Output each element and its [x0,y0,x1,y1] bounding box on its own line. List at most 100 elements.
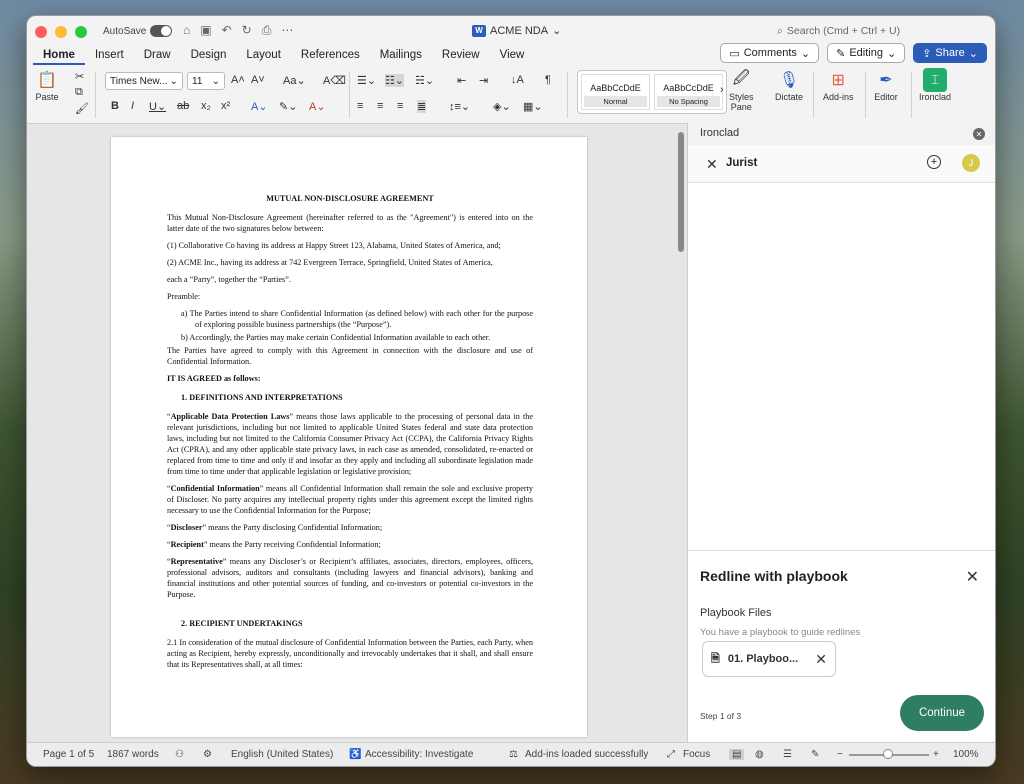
dictate-button[interactable]: 🎙 Dictate [775,68,803,102]
editor-icon: ✒ [879,72,893,89]
paste-button[interactable]: 📋 Paste [35,68,59,102]
editing-button[interactable]: ✎ Editing ⌄ [827,43,906,63]
web-layout-icon[interactable]: ◍ [755,749,764,760]
doc-party2: (2) ACME Inc., having its address at 742… [167,258,493,267]
numbering-icon[interactable]: ☷⌄ [385,74,405,87]
underline-icon[interactable]: U⌄ [149,100,166,113]
document-title[interactable]: W ACME NDA ⌄ [472,24,561,37]
bold-icon[interactable]: B [111,100,119,112]
align-left-icon[interactable]: ≡ [357,100,363,112]
tab-review[interactable]: Review [432,45,490,65]
styles-pane-button[interactable]: 🖉 Styles Pane [729,68,754,113]
avatar[interactable]: J [962,154,980,172]
align-right-icon[interactable]: ≡ [397,100,403,112]
italic-icon[interactable]: I [131,100,134,112]
tab-layout[interactable]: Layout [236,45,291,65]
font-size-select[interactable]: 11 ⌄ [187,72,225,90]
shrink-font-icon[interactable]: A˅ [251,74,265,86]
outline-view-icon[interactable]: ☰ [783,749,792,760]
multilevel-list-icon[interactable]: ☵⌄ [415,74,434,87]
playbook-files-label: Playbook Files [700,607,772,619]
chevron-right-icon[interactable]: › [720,84,724,96]
align-center-icon[interactable]: ≡ [377,100,383,112]
home-icon[interactable]: ⌂ [183,23,190,38]
addins-button[interactable]: ⊞ Add-ins [823,68,854,102]
tab-draw[interactable]: Draw [134,45,181,65]
draft-view-icon[interactable]: ✎ [811,749,819,760]
focus-button[interactable]: Focus [683,749,710,760]
word-count[interactable]: 1867 words [107,749,159,760]
style-normal[interactable]: AaBbCcDdE Normal [581,74,650,110]
document-body[interactable]: MUTUAL NON-DISCLOSURE AGREEMENT This Mut… [167,193,533,676]
document-page[interactable]: MUTUAL NON-DISCLOSURE AGREEMENT This Mut… [111,137,587,737]
proofing-icon[interactable]: ⚇ [175,749,184,760]
add-icon[interactable]: + [927,155,941,169]
zoom-out-icon[interactable]: − [837,749,843,760]
tab-mailings[interactable]: Mailings [370,45,432,65]
shading-icon[interactable]: ◈⌄ [493,100,511,113]
autosave-control[interactable]: AutoSave [103,25,173,37]
document-canvas: MUTUAL NON-DISCLOSURE AGREEMENT This Mut… [27,123,687,743]
doc-heading-1: 1. DEFINITIONS AND INTERPRETATIONS [181,393,343,402]
editor-button[interactable]: ✒ Editor [874,68,898,102]
zoom-level[interactable]: 100% [953,749,979,760]
subscript-icon[interactable]: x₂ [201,100,211,112]
text-effects-icon[interactable]: A⌄ [251,100,268,113]
superscript-icon[interactable]: x² [221,100,230,112]
tab-insert[interactable]: Insert [85,45,134,65]
clear-formatting-icon[interactable]: A⌫ [323,74,346,87]
strikethrough-icon[interactable]: ab [177,100,189,112]
doc-clause-2-1: 2.1 In consideration of the mutual discl… [167,638,533,669]
zoom-slider-handle[interactable] [883,749,893,759]
playbook-file-chip[interactable]: 🗎 01. Playboo... ✕ [702,641,836,677]
close-redline-icon[interactable]: ✕ [966,567,979,587]
change-case-icon[interactable]: Aa⌄ [283,74,306,87]
font-name-select[interactable]: Times New... ⌄ [105,72,183,90]
redo-icon[interactable]: ↻ [242,23,252,38]
line-spacing-icon[interactable]: ↕≡⌄ [449,100,470,113]
tab-design[interactable]: Design [181,45,237,65]
document-scrollbar[interactable] [678,132,684,252]
print-layout-icon[interactable]: ▤ [729,749,745,760]
close-icon[interactable]: ✕ [706,156,718,173]
sort-icon[interactable]: ↓A [511,74,524,86]
show-formatting-icon[interactable]: ¶ [545,74,551,86]
comments-button[interactable]: ▭ Comments ⌄ [720,43,820,63]
borders-icon[interactable]: ▦⌄ [523,100,543,113]
accessibility-label[interactable]: Accessibility: Investigate [365,749,473,760]
zoom-window-button[interactable] [75,26,87,38]
close-panel-button[interactable]: ✕ [973,128,985,140]
continue-button[interactable]: Continue [900,695,984,731]
share-button[interactable]: ⇪ Share ⌄ [913,43,987,63]
search-box[interactable]: ⌕ Search (Cmd + Ctrl + U) [777,25,900,38]
increase-indent-icon[interactable]: ⇥ [479,74,488,87]
addins-icon: ⊞ [831,72,845,89]
more-icon[interactable]: ⋯ [281,23,293,38]
addins-status: Add-ins loaded successfully [525,749,649,760]
format-painter-icon[interactable]: 🖌 [75,102,89,115]
remove-file-icon[interactable]: ✕ [815,651,827,668]
autosave-toggle[interactable] [150,25,173,37]
tab-references[interactable]: References [291,45,370,65]
font-color-icon[interactable]: A⌄ [309,100,326,113]
language-label[interactable]: English (United States) [231,749,333,760]
tab-home[interactable]: Home [33,45,85,65]
undo-icon[interactable]: ↶ [222,23,232,38]
cut-icon[interactable]: ✂ [75,70,84,83]
tab-view[interactable]: View [490,45,535,65]
minimize-window-button[interactable] [55,26,67,38]
bullets-icon[interactable]: ☰⌄ [357,74,376,87]
ironclad-button[interactable]: ⌶ Ironclad [919,68,951,102]
copy-icon[interactable]: ⧉ [75,86,83,99]
style-no-spacing[interactable]: AaBbCcDdE No Spacing [654,74,723,110]
page-count[interactable]: Page 1 of 5 [43,749,94,760]
zoom-in-icon[interactable]: + [933,749,939,760]
close-window-button[interactable] [35,26,47,38]
justify-icon[interactable]: ≣ [417,100,427,113]
macro-icon[interactable]: ⚙ [203,749,212,760]
grow-font-icon[interactable]: A˄ [231,74,245,86]
save-icon[interactable]: ▣ [200,23,211,38]
decrease-indent-icon[interactable]: ⇤ [457,74,466,87]
print-icon[interactable]: ⎙ [262,23,272,38]
highlight-icon[interactable]: ✎⌄ [279,100,297,113]
